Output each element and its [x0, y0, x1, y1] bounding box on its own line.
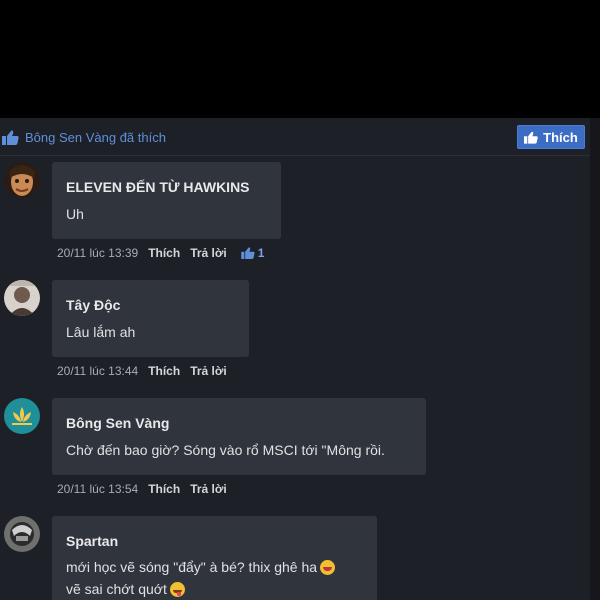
- comment-text: Chờ đến bao giờ? Sóng vào rổ MSCI tới "M…: [66, 442, 385, 458]
- comment-like-link[interactable]: Thích: [148, 482, 180, 496]
- comment-reply-link[interactable]: Trả lời: [190, 482, 227, 496]
- thumbs-up-icon: [524, 131, 538, 144]
- thumbs-up-icon: [2, 130, 19, 145]
- comment-like-link[interactable]: Thích: [148, 246, 180, 260]
- comment-author[interactable]: Tây Độc: [66, 297, 120, 313]
- like-summary-bar: Bông Sen Vàng đã thích Thích: [0, 118, 600, 156]
- comment-text: Uh: [66, 206, 84, 222]
- comment-meta: 20/11 lúc 13:54 Thích Trả lời: [57, 482, 227, 496]
- avatar[interactable]: [4, 516, 40, 552]
- comment-reply-link[interactable]: Trả lời: [190, 246, 227, 260]
- comment-text-line: vẽ sai chớt quớt: [66, 581, 167, 597]
- comment-meta: 20/11 lúc 13:39 Thích Trả lời 1: [57, 246, 264, 260]
- like-button-label: Thích: [543, 129, 578, 145]
- avatar[interactable]: [4, 398, 40, 434]
- comment-timestamp[interactable]: 20/11 lúc 13:54: [57, 482, 138, 496]
- comment-reply-link[interactable]: Trả lời: [190, 364, 227, 378]
- comment-meta: 20/11 lúc 13:44 Thích Trả lời: [57, 364, 227, 378]
- comment-bubble: [52, 398, 426, 475]
- avatar-portrait-icon: [4, 516, 40, 552]
- comment-text: vẽ sai chớt quớt: [66, 581, 185, 597]
- comment-bubble: [52, 162, 281, 239]
- comments-panel: Bông Sen Vàng đã thích Thích ELEVEN ĐẾN …: [0, 118, 600, 600]
- comment-text: Lâu lắm ah: [66, 324, 136, 340]
- comment-text: mới học vẽ sóng "đẩy" à bé? thix ghê ha: [66, 559, 336, 575]
- comment-bubble: [52, 280, 249, 357]
- thumbs-up-icon: [240, 247, 255, 259]
- comment-author[interactable]: ELEVEN ĐẾN TỪ HAWKINS: [66, 179, 250, 195]
- comment-timestamp[interactable]: 20/11 lúc 13:39: [57, 246, 138, 260]
- avatar[interactable]: [4, 162, 40, 198]
- avatar-portrait-icon: [4, 162, 40, 198]
- comment-author[interactable]: Bông Sen Vàng: [66, 415, 169, 431]
- laughing-emoji-icon: [320, 560, 336, 575]
- comment-author[interactable]: Spartan: [66, 533, 118, 549]
- avatar-portrait-icon: [4, 280, 40, 316]
- panel-edge: [590, 118, 600, 600]
- comment-text-line: mới học vẽ sóng "đẩy" à bé? thix ghê ha: [66, 559, 318, 575]
- liked-by-text[interactable]: Bông Sen Vàng đã thích: [25, 130, 166, 145]
- like-button[interactable]: Thích: [517, 125, 585, 149]
- avatar[interactable]: [4, 280, 40, 316]
- comment-timestamp[interactable]: 20/11 lúc 13:44: [57, 364, 138, 378]
- lotus-logo-icon: [4, 398, 40, 434]
- comment-like-link[interactable]: Thích: [148, 364, 180, 378]
- tongue-out-emoji-icon: [169, 582, 185, 597]
- reaction-count-value: 1: [257, 246, 265, 260]
- divider: [0, 155, 590, 156]
- reaction-count[interactable]: 1: [240, 246, 265, 260]
